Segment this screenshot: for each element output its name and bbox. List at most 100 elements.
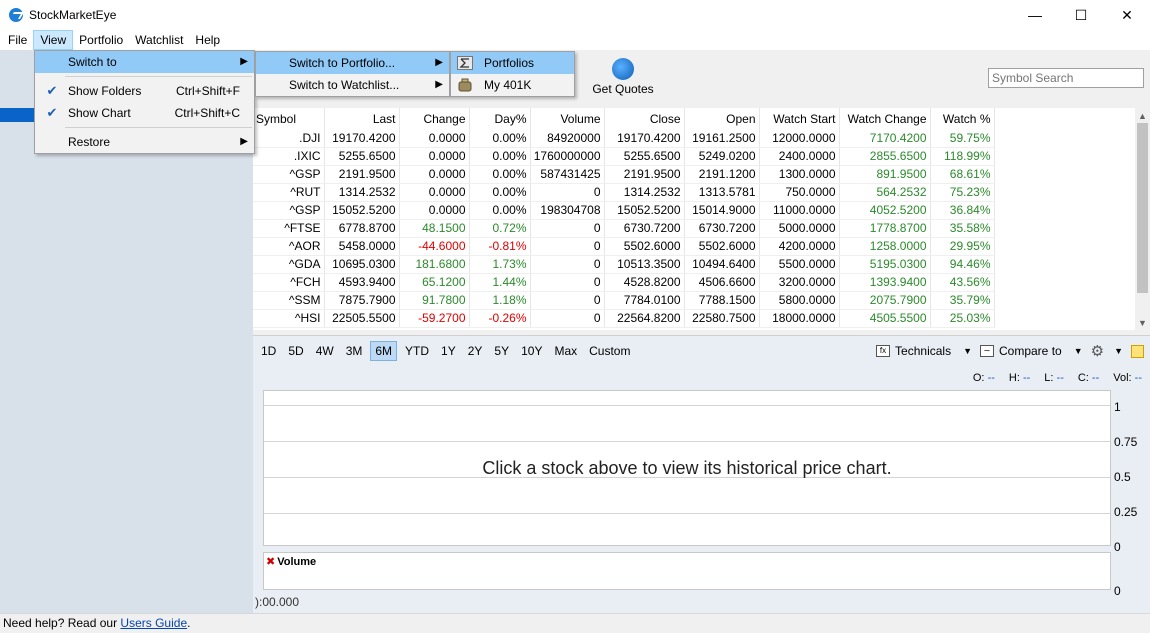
col-header-watch-change[interactable]: Watch Change (839, 108, 931, 129)
menu-portfolios[interactable]: Portfolios (451, 52, 574, 74)
menu-portfolio[interactable]: Portfolio (73, 30, 129, 50)
grid-vertical-scrollbar[interactable]: ▲ ▼ (1135, 108, 1150, 330)
menu-show-folders[interactable]: ✔ Show Folders Ctrl+Shift+F (35, 80, 254, 102)
table-row[interactable]: ^GSP 15052.5200 0.0000 0.00% 198304708 15052.… (253, 201, 995, 220)
menu-show-chart[interactable]: ✔ Show Chart Ctrl+Shift+C (35, 102, 254, 124)
table-row[interactable]: ^FTSE 6778.8700 48.1500 0.72% 0 6730.7200 6730… (253, 219, 995, 238)
cell-change: 181.6800 (399, 255, 470, 274)
money-bag-icon (458, 78, 472, 92)
volume-y-tick: 0 (1114, 584, 1121, 598)
cell-last: 2191.9500 (324, 165, 400, 184)
table-row[interactable]: ^HSI 22505.5500 -59.2700 -0.26% 0 22564.8200 2… (253, 309, 995, 328)
table-row[interactable]: ^RUT 1314.2532 0.0000 0.00% 0 1314.2532 1313.5… (253, 183, 995, 202)
cell-last: 19170.4200 (324, 129, 400, 148)
menu-switch-to-watchlist[interactable]: Switch to Watchlist... ▶ (256, 74, 449, 96)
symbol-search-input[interactable] (988, 68, 1144, 88)
range-1y[interactable]: 1Y (437, 342, 460, 360)
cell-watch-start: 5500.0000 (759, 255, 840, 274)
menu-restore[interactable]: Restore ▶ (35, 131, 254, 153)
range-5d[interactable]: 5D (284, 342, 307, 360)
cell-change: 0.0000 (399, 201, 470, 220)
col-header-watch-start[interactable]: Watch Start (759, 108, 840, 129)
table-row[interactable]: ^SSM 7875.7900 91.7800 1.18% 0 7784.0100 7788.… (253, 291, 995, 310)
chevron-down-icon[interactable]: ▼ (1114, 346, 1123, 356)
menu-help[interactable]: Help (189, 30, 226, 50)
cell-open: 7788.1500 (684, 291, 760, 310)
cell-day: 0.00% (469, 165, 531, 184)
table-row[interactable]: ^FCH 4593.9400 65.1200 1.44% 0 4528.8200 4506.… (253, 273, 995, 292)
col-header-volume[interactable]: Volume (530, 108, 605, 129)
note-icon[interactable] (1131, 344, 1144, 358)
cell-symbol: .DJI (253, 129, 325, 148)
table-row[interactable]: .IXIC 5255.6500 0.0000 0.00% 1760000000 5255.… (253, 147, 995, 166)
col-header-close[interactable]: Close (604, 108, 685, 129)
cell-change: 65.1200 (399, 273, 470, 292)
cell-watch-change: 1778.8700 (839, 219, 931, 238)
range-1d[interactable]: 1D (257, 342, 280, 360)
ohlc-volume: Vol: -- (1113, 372, 1142, 384)
cell-open: 10494.6400 (684, 255, 760, 274)
range-ytd[interactable]: YTD (401, 342, 433, 360)
range-custom[interactable]: Custom (585, 342, 634, 360)
quotes-grid[interactable]: Symbol Last Change Day% Volume Close Ope… (253, 108, 1135, 330)
col-header-last[interactable]: Last (324, 108, 400, 129)
menu-watchlist[interactable]: Watchlist (129, 30, 189, 50)
chevron-right-icon: ▶ (435, 57, 443, 68)
users-guide-link[interactable]: Users Guide (120, 616, 187, 630)
gear-icon[interactable]: ⚙ (1091, 342, 1104, 360)
menu-switch-to[interactable]: Switch to ▶ (35, 51, 254, 73)
cell-watch-change: 4505.5500 (839, 309, 931, 328)
compare-to-dropdown[interactable]: ∼ Compare to ▼ (980, 344, 1083, 358)
menu-file[interactable]: File (2, 30, 33, 50)
cell-day: 1.18% (469, 291, 531, 310)
price-chart-plot[interactable]: Click a stock above to view its historic… (263, 390, 1111, 546)
range-10y[interactable]: 10Y (517, 342, 546, 360)
cell-close: 5502.6000 (604, 237, 685, 256)
scrollbar-thumb[interactable] (1137, 123, 1148, 293)
cell-last: 22505.5500 (324, 309, 400, 328)
range-3m[interactable]: 3M (342, 342, 367, 360)
table-row[interactable]: .DJI 19170.4200 0.0000 0.00% 84920000 19170.4… (253, 129, 995, 148)
switch-to-submenu: Switch to Portfolio... ▶ Switch to Watchl… (255, 51, 450, 97)
range-5y[interactable]: 5Y (490, 342, 513, 360)
cell-watch-start: 750.0000 (759, 183, 840, 202)
y-tick-label: 1 (1114, 400, 1121, 414)
chart-tools: fx Technicals ▼ ∼ Compare to ▼ ⚙ ▼ (876, 336, 1150, 366)
col-header-change[interactable]: Change (399, 108, 470, 129)
cell-close: 5255.6500 (604, 147, 685, 166)
range-4w[interactable]: 4W (312, 342, 338, 360)
table-row[interactable]: ^AOR 5458.0000 -44.6000 -0.81% 0 5502.6000 550… (253, 237, 995, 256)
table-row[interactable]: ^GDA 10695.0300 181.6800 1.73% 0 10513.3500 10… (253, 255, 995, 274)
remove-icon[interactable]: ✖ (266, 556, 275, 568)
cell-watch-change: 5195.0300 (839, 255, 931, 274)
menu-view[interactable]: View (33, 30, 74, 50)
col-header-watch-pct[interactable]: Watch % (930, 108, 995, 129)
menu-my-401k[interactable]: My 401K (451, 74, 574, 96)
cell-volume: 0 (530, 291, 605, 310)
menu-switch-to-portfolio[interactable]: Switch to Portfolio... ▶ (256, 52, 449, 74)
range-6m[interactable]: 6M (370, 341, 398, 361)
range-2y[interactable]: 2Y (464, 342, 487, 360)
chart-empty-message: Click a stock above to view its historic… (482, 457, 892, 478)
window-controls: — ☐ ✕ (1012, 0, 1150, 30)
col-header-symbol[interactable]: Symbol (253, 108, 325, 129)
status-text: Need help? Read our (3, 616, 121, 630)
col-header-day-pct[interactable]: Day% (469, 108, 531, 129)
get-quotes-button[interactable]: Get Quotes (588, 58, 658, 96)
scroll-up-icon[interactable]: ▲ (1135, 108, 1150, 123)
view-menu: Switch to ▶ ✔ Show Folders Ctrl+Shift+F ✔ Sh… (34, 50, 255, 154)
scroll-down-icon[interactable]: ▼ (1135, 315, 1150, 330)
table-row[interactable]: ^GSP 2191.9500 0.0000 0.00% 587431425 2191.95… (253, 165, 995, 184)
close-button[interactable]: ✕ (1104, 0, 1150, 30)
range-max[interactable]: Max (550, 342, 581, 360)
x-axis-label: ):00.000 (255, 595, 300, 609)
minimize-button[interactable]: — (1012, 0, 1058, 30)
technicals-dropdown[interactable]: fx Technicals ▼ (876, 344, 972, 358)
cell-watch-pct: 35.58% (930, 219, 995, 238)
grid-header-row: Symbol Last Change Day% Volume Close Ope… (253, 108, 995, 129)
cell-close: 1314.2532 (604, 183, 685, 202)
col-header-open[interactable]: Open (684, 108, 760, 129)
volume-panel[interactable]: ✖ Volume (263, 552, 1111, 590)
cell-day: 0.00% (469, 147, 531, 166)
maximize-button[interactable]: ☐ (1058, 0, 1104, 30)
